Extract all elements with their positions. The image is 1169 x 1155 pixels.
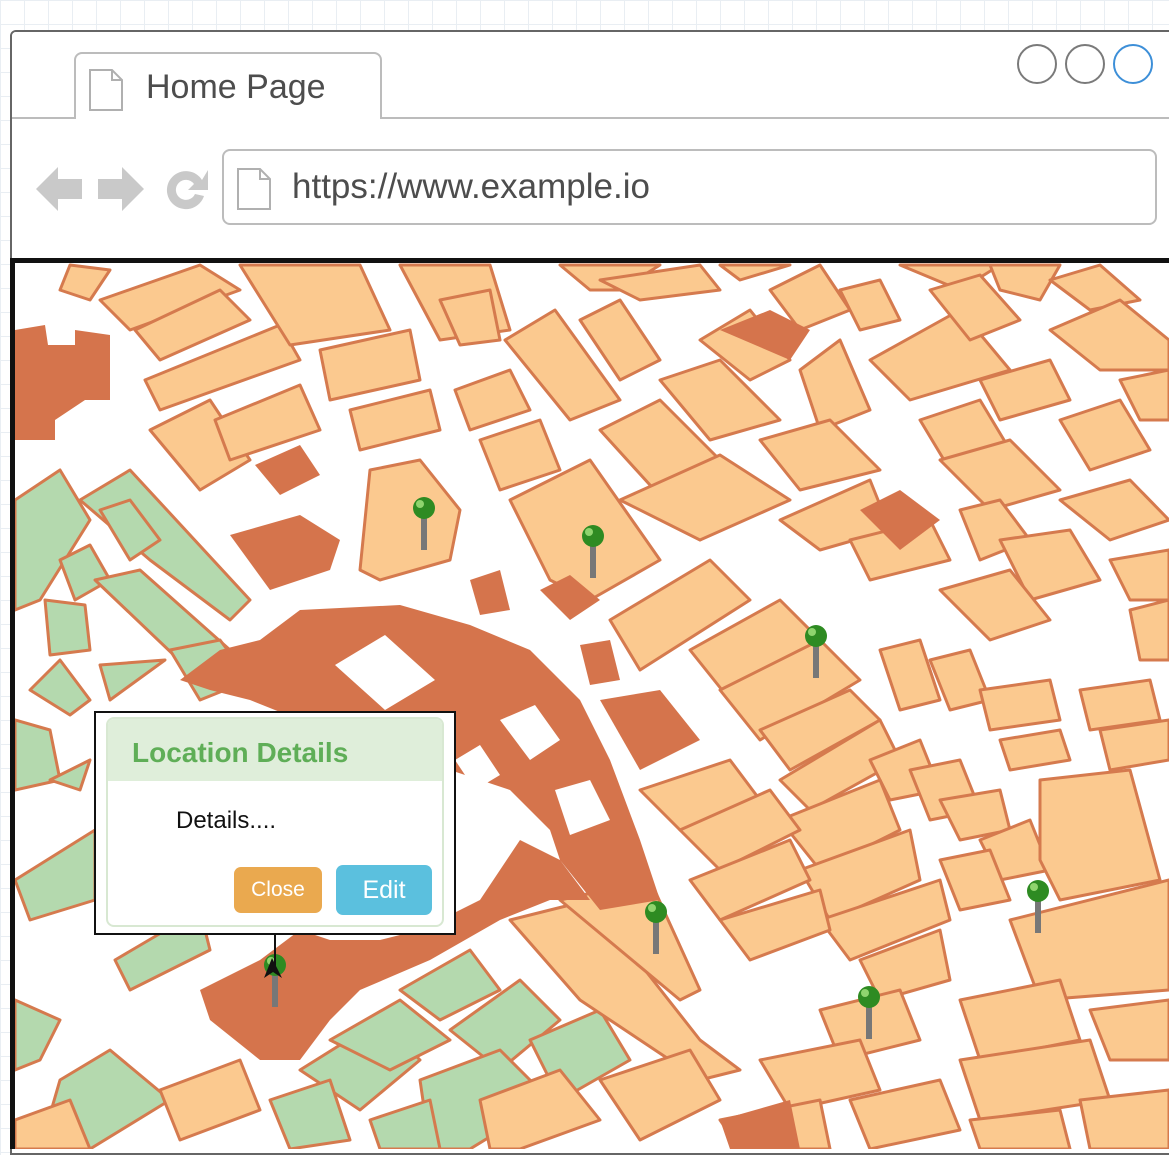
document-icon bbox=[236, 167, 272, 216]
popup-header: Location Details bbox=[108, 719, 442, 781]
close-button[interactable]: Close bbox=[234, 867, 322, 913]
cursor-arrow-icon bbox=[262, 956, 284, 987]
popup-body-text: Details.... bbox=[176, 807, 277, 834]
minimize-button[interactable] bbox=[1017, 44, 1057, 84]
forward-arrow-icon[interactable] bbox=[96, 163, 146, 220]
tab-bar: Home Page bbox=[12, 32, 1169, 120]
close-window-button[interactable] bbox=[1113, 44, 1153, 84]
tab-title: Home Page bbox=[146, 68, 326, 106]
city-map bbox=[15, 263, 1169, 1149]
tab-home-page[interactable]: Home Page bbox=[74, 52, 382, 120]
url-text: https://www.example.io bbox=[292, 167, 650, 206]
popup-card: Location Details Details.... Close Edit bbox=[106, 717, 444, 927]
popup-title: Location Details bbox=[132, 737, 349, 768]
location-details-popup: Location Details Details.... Close Edit bbox=[94, 711, 456, 935]
map-view[interactable] bbox=[10, 258, 1169, 1149]
maximize-button[interactable] bbox=[1065, 44, 1105, 84]
reload-icon[interactable] bbox=[160, 163, 212, 220]
document-icon bbox=[88, 68, 124, 117]
navigation-bar: https://www.example.io bbox=[12, 119, 1169, 259]
address-bar[interactable]: https://www.example.io bbox=[222, 149, 1157, 225]
edit-button[interactable]: Edit bbox=[336, 865, 432, 915]
window-controls bbox=[1017, 44, 1153, 84]
back-arrow-icon[interactable] bbox=[34, 163, 84, 220]
